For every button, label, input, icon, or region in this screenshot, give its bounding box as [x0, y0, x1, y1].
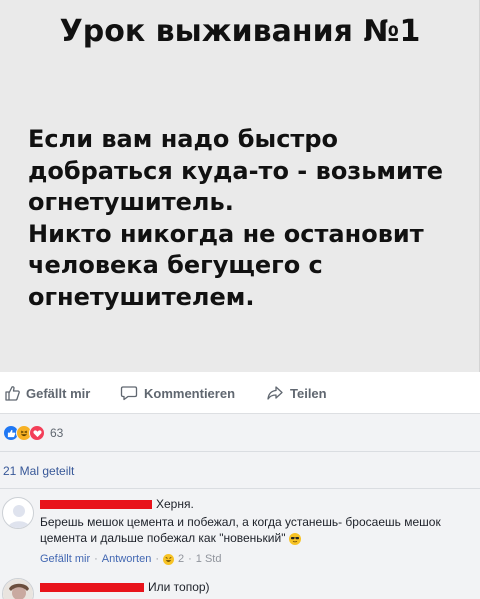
meme-line: огнетушителем. [28, 282, 255, 311]
like-button[interactable]: Gefällt mir [4, 384, 90, 402]
meme-line: Никто никогда не остановит [28, 219, 424, 248]
reactions-summary[interactable]: 63 [3, 424, 63, 442]
comment: Или топор) [0, 576, 480, 599]
share-button-label: Teilen [290, 385, 327, 401]
love-reaction-icon [29, 425, 45, 441]
meme-line: Если вам надо быстро [28, 125, 338, 153]
redacted-author-name [40, 583, 144, 593]
shares-count-link[interactable]: 21 Mal geteilt [3, 464, 74, 478]
avatar[interactable] [2, 497, 34, 529]
thumbs-up-icon [5, 386, 20, 401]
comment-text: Берешь мешок цемента и побежал, а когда … [40, 514, 470, 546]
comment-like-link[interactable]: Gefällt mir [40, 553, 90, 565]
divider [0, 451, 480, 452]
separator: · [94, 553, 98, 565]
comment-button-label: Kommentieren [144, 385, 236, 401]
comment-author-line: Или топор) [40, 580, 210, 594]
divider [0, 488, 480, 489]
comment-timestamp[interactable]: 1 Std [196, 553, 222, 565]
meme-line: огнетушитель. [28, 188, 234, 216]
comment: Херня. Берешь мешок цемента и побежал, а… [0, 494, 480, 574]
comment-reaction-count[interactable]: 2 [178, 553, 184, 565]
comment-first-word: Херня. [156, 497, 194, 511]
sunglasses-emoji-icon [288, 532, 301, 545]
post-image[interactable]: Урок выживания №1 Если вам надо быстро д… [0, 0, 480, 372]
share-arrow-icon [267, 386, 283, 400]
comment-body: Берешь мешок цемента и побежал, а когда … [40, 515, 441, 545]
comment-meta: Gefällt mir · Antworten · 2 · 1 Std [40, 553, 221, 565]
comment-author-line: Херня. [40, 497, 194, 511]
redacted-author-name [40, 500, 152, 510]
post-action-bar: Gefällt mir Kommentieren Teilen [0, 372, 480, 414]
feedback-section: 63 21 Mal geteilt Херня. Берешь мешок це… [0, 414, 480, 599]
meme-title: Урок выживания №1 [59, 14, 421, 49]
comment-icon [120, 386, 138, 401]
meme-line: добраться куда-то - возьмите [28, 156, 444, 185]
like-button-label: Gefällt mir [26, 385, 91, 401]
share-button[interactable]: Teilen [266, 384, 327, 402]
separator: · [188, 553, 192, 565]
meme-text: Если вам надо быстро добраться куда-то -… [28, 124, 473, 313]
avatar[interactable] [2, 578, 34, 599]
reaction-count: 63 [50, 426, 64, 440]
comment-button[interactable]: Kommentieren [120, 384, 235, 402]
comment-first-word: Или топор) [148, 580, 210, 594]
meme-line: человека бегущего с [28, 251, 323, 279]
separator: · [155, 553, 159, 565]
comment-reply-link[interactable]: Antworten [102, 553, 152, 565]
haha-reaction-icon [163, 553, 174, 565]
